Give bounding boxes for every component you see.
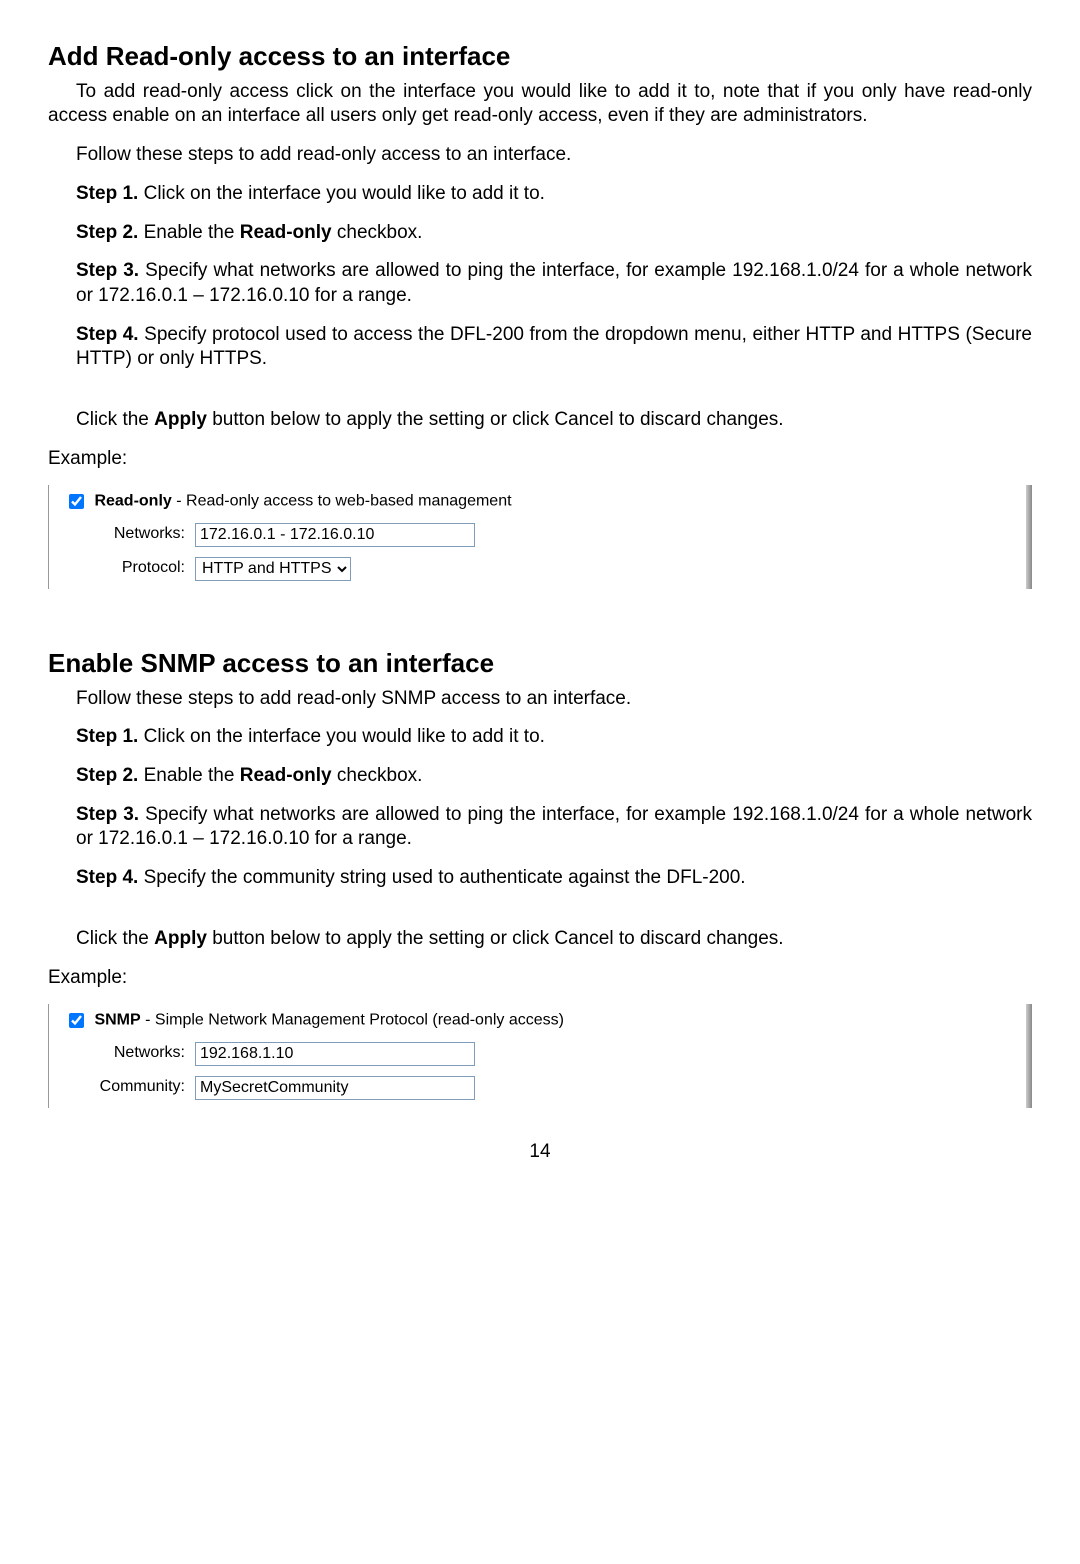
snmp-checkbox[interactable] [69,1013,84,1028]
section2-step3: Step 3. Specify what networks are allowe… [76,803,1032,852]
step-text: checkbox. [332,765,423,786]
page-number: 14 [48,1140,1032,1165]
step-label: Step 2. [76,222,138,243]
community-input[interactable] [195,1076,475,1100]
section2-step2: Step 2. Enable the Read-only checkbox. [76,764,1032,789]
section1-step1: Step 1. Click on the interface you would… [76,182,1032,207]
section2-step1: Step 1. Click on the interface you would… [76,725,1032,750]
section2-apply: Click the Apply button below to apply th… [48,927,1032,952]
readonly-checkbox-row: Read-only - Read-only access to web-base… [65,491,1010,513]
example-box-snmp: SNMP - Simple Network Management Protoco… [48,1004,1032,1108]
step-text: Click on the interface you would like to… [138,726,545,747]
protocol-label: Protocol: [89,558,195,579]
step-bold: Read-only [240,222,332,243]
step-text: Click on the interface you would like to… [138,183,545,204]
step-label: Step 2. [76,765,138,786]
networks-row: Networks: [89,523,1010,547]
snmp-checkbox-row: SNMP - Simple Network Management Protoco… [65,1010,1010,1032]
section2-follow: Follow these steps to add read-only SNMP… [48,687,1032,712]
protocol-row: Protocol: HTTP and HTTPS [89,557,1010,581]
step-label: Step 1. [76,726,138,747]
example-label: Example: [48,447,1032,472]
right-border-accent [1026,1004,1032,1108]
networks-label: Networks: [89,524,195,545]
readonly-checkbox[interactable] [69,494,84,509]
apply-bold: Apply [154,928,207,949]
networks-row: Networks: [89,1042,1010,1066]
step-label: Step 3. [76,260,139,281]
step-label: Step 1. [76,183,138,204]
example-label: Example: [48,966,1032,991]
community-row: Community: [89,1076,1010,1100]
snmp-checkbox-label-rest: - Simple Network Management Protocol (re… [141,1012,564,1029]
apply-text: Click the [76,928,154,949]
section1-step3: Step 3. Specify what networks are allowe… [76,259,1032,308]
networks-input[interactable] [195,1042,475,1066]
networks-label: Networks: [89,1043,195,1064]
section1-intro: To add read-only access click on the int… [48,80,1032,129]
readonly-checkbox-label-bold: Read-only [94,493,171,510]
step-text: checkbox. [332,222,423,243]
step-text: Specify protocol used to access the DFL-… [76,324,1032,370]
step-text: Specify what networks are allowed to pin… [76,804,1032,850]
section1-heading: Add Read-only access to an interface [48,40,1032,74]
step-label: Step 4. [76,324,139,345]
step-text: Specify the community string used to aut… [138,867,745,888]
step-bold: Read-only [240,765,332,786]
step-text: Enable the [138,765,239,786]
community-label: Community: [89,1077,195,1098]
section1-apply: Click the Apply button below to apply th… [48,408,1032,433]
step-text: Specify what networks are allowed to pin… [76,260,1032,306]
step-label: Step 3. [76,804,139,825]
step-label: Step 4. [76,867,138,888]
apply-text: button below to apply the setting or cli… [207,409,784,430]
step-text: Enable the [138,222,239,243]
section1-step2: Step 2. Enable the Read-only checkbox. [76,221,1032,246]
apply-text: button below to apply the setting or cli… [207,928,784,949]
apply-text: Click the [76,409,154,430]
networks-input[interactable] [195,523,475,547]
apply-bold: Apply [154,409,207,430]
readonly-checkbox-label-rest: - Read-only access to web-based manageme… [172,493,512,510]
section2-step4: Step 4. Specify the community string use… [76,866,1032,891]
section1-step4: Step 4. Specify protocol used to access … [76,323,1032,372]
section2-heading: Enable SNMP access to an interface [48,647,1032,681]
snmp-checkbox-label-bold: SNMP [94,1012,140,1029]
protocol-select[interactable]: HTTP and HTTPS [195,557,351,581]
right-border-accent [1026,485,1032,589]
example-box-readonly: Read-only - Read-only access to web-base… [48,485,1032,589]
section1-follow: Follow these steps to add read-only acce… [48,143,1032,168]
